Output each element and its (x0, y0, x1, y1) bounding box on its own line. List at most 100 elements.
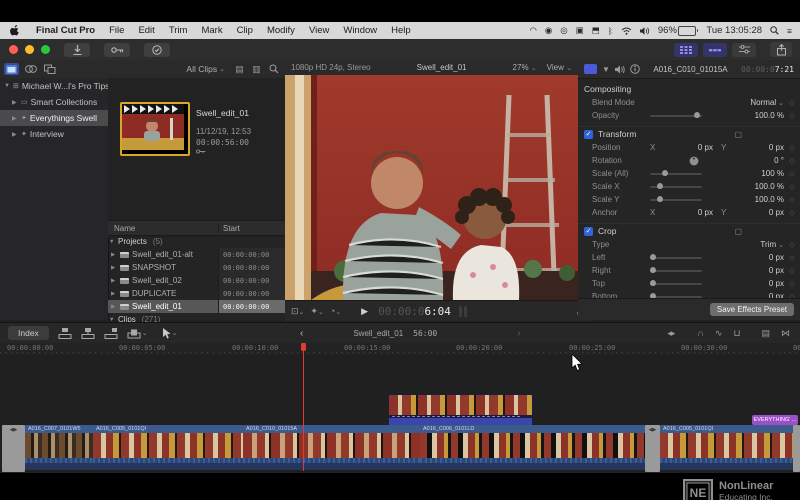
skimming-icon[interactable]: ∿ (715, 328, 723, 339)
scale-all-value[interactable]: 100 % (738, 169, 784, 178)
play-button[interactable]: ▶ (361, 306, 368, 317)
disclosure-open-icon[interactable]: ▼ (109, 239, 115, 245)
menu-trim[interactable]: Trim (162, 25, 195, 36)
info-inspector-icon[interactable] (630, 64, 640, 74)
scale-y-value[interactable]: 100.0 % (738, 195, 784, 204)
screen-record-icon[interactable]: ◉ (545, 25, 552, 36)
timeline-project-title[interactable]: Swell_edit_01 (353, 329, 403, 338)
keyword-editor-button[interactable] (104, 43, 130, 57)
minimize-window-button[interactable] (25, 45, 34, 54)
apple-menu-icon[interactable] (10, 25, 19, 36)
opacity-slider[interactable] (650, 115, 702, 117)
list-row-duplicate[interactable]: ▶DUPLICATE 00:00:00:00 (108, 287, 285, 300)
menu-file[interactable]: File (102, 25, 131, 36)
insert-edit-icon[interactable] (81, 328, 95, 339)
keyframe-button[interactable]: ◇ (784, 183, 800, 191)
transition-clip[interactable] (793, 425, 800, 472)
keyframe-button[interactable]: ◇ (784, 254, 800, 262)
zoom-window-button[interactable] (41, 45, 50, 54)
column-name[interactable]: Name (108, 224, 218, 233)
crop-top-value[interactable]: 0 px (738, 279, 784, 288)
append-edit-icon[interactable] (104, 328, 118, 339)
enhancements-popup[interactable]: ✦⌄ (310, 306, 323, 317)
disclosure-closed-icon[interactable]: ▶ (111, 291, 117, 297)
video-inspector-icon[interactable] (584, 64, 597, 74)
audio-inspector-icon[interactable] (615, 65, 625, 74)
playhead[interactable] (303, 343, 304, 471)
search-icon[interactable] (266, 63, 281, 75)
color-inspector-icon[interactable]: ▼ (602, 65, 610, 74)
wifi-icon[interactable] (621, 27, 632, 35)
crop-right-value[interactable]: 0 px (738, 266, 784, 275)
timeline-back-icon[interactable]: ‹ (300, 328, 303, 339)
scale-x-slider[interactable] (650, 186, 702, 188)
sidebar-item-interview[interactable]: ▶ ✦ Interview (0, 126, 108, 142)
clip-filter-popup[interactable]: All Clips (186, 64, 217, 74)
disclosure-closed-icon[interactable]: ▶ (12, 115, 18, 122)
display-icon[interactable]: ⬒ (592, 25, 600, 36)
connected-clip[interactable] (388, 394, 533, 427)
audio-meters-icon[interactable] (459, 306, 467, 317)
keyframe-button[interactable]: ◇ (784, 170, 800, 178)
list-row-swell-edit-02[interactable]: ▶Swell_edit_02 00:00:00:00 (108, 274, 285, 287)
sidebar-libraries-icon[interactable] (4, 63, 19, 75)
audio-skimming-icon[interactable]: ∩ (697, 328, 703, 338)
viewer-view-popup[interactable]: View ⌄ (547, 63, 572, 72)
keyframe-button[interactable]: ◇ (784, 280, 800, 288)
menu-edit[interactable]: Edit (131, 25, 161, 36)
position-x-value[interactable]: 0 px (655, 143, 713, 152)
crop-checkbox[interactable]: ✓ (584, 227, 593, 236)
snapping-icon[interactable]: ⊔ (733, 328, 740, 339)
crop-left-slider[interactable] (650, 257, 702, 259)
app-status-icon[interactable]: ▣ (576, 25, 584, 36)
crop-left-value[interactable]: 0 px (738, 253, 784, 262)
position-y-value[interactable]: 0 px (726, 143, 784, 152)
transition-browser-icon[interactable]: ⋈ (781, 328, 790, 339)
menu-modify[interactable]: Modify (260, 25, 302, 36)
selected-clip-thumbnail[interactable] (120, 102, 190, 156)
battery-indicator[interactable]: 96% (658, 25, 699, 36)
import-media-button[interactable] (64, 43, 90, 57)
timeline-ruler[interactable]: 00:00:00:00 00:00:05:00 00:00:10:00 00:0… (0, 343, 800, 355)
disclosure-closed-icon[interactable]: ▶ (111, 304, 117, 310)
bluetooth-icon[interactable]: ᛒ (608, 26, 613, 36)
sidebar-photos-audio-icon[interactable] (23, 63, 38, 75)
keyframe-button[interactable]: ◇ (784, 99, 800, 107)
menu-clip[interactable]: Clip (230, 25, 260, 36)
menu-window[interactable]: Window (336, 25, 384, 36)
sidebar-titles-generators-icon[interactable] (42, 63, 57, 75)
list-row-snapshot[interactable]: ▶SNAPSHOT 00:00:00:00 (108, 261, 285, 274)
tool-selector[interactable]: ⌄ (162, 328, 178, 339)
opacity-value[interactable]: 100.0 % (738, 111, 784, 120)
menu-app-name[interactable]: Final Cut Pro (29, 25, 102, 36)
crop-reset-icon[interactable]: ▢ (734, 227, 742, 236)
keyframe-button[interactable]: ◇ (784, 241, 800, 249)
timeline-forward-icon[interactable]: › (517, 328, 520, 339)
timeline-clip-4[interactable]: A016_C006_0101LD (420, 425, 646, 470)
sidebar-item-smart-collections[interactable]: ▶ ▭ Smart Collections (0, 94, 108, 110)
keyframe-button[interactable]: ◇ (784, 196, 800, 204)
overwrite-edit-icon[interactable]: ⌄ (127, 328, 148, 339)
menu-help[interactable]: Help (384, 25, 418, 36)
notification-center-icon[interactable]: ≡ (787, 26, 792, 36)
index-button[interactable]: Index (8, 326, 49, 340)
trim-feedback-icon[interactable]: ◂▸ (667, 328, 674, 339)
timeline-view-button[interactable] (703, 43, 727, 57)
library-row[interactable]: ▼ ⊞ Michael W...l's Pro Tips (0, 78, 108, 94)
keyframe-button[interactable]: ◇ (784, 209, 800, 217)
viewer-timecode[interactable]: 00:00:06:04 (378, 305, 451, 318)
crop-top-slider[interactable] (650, 283, 702, 285)
connect-edit-icon[interactable] (58, 328, 72, 339)
scale-x-value[interactable]: 100.0 % (738, 182, 784, 191)
keyframe-button[interactable]: ◇ (784, 157, 800, 165)
background-tasks-button[interactable] (144, 43, 170, 57)
keyframe-button[interactable]: ◇ (784, 112, 800, 120)
menu-view[interactable]: View (302, 25, 336, 36)
crop-type-popup[interactable]: Trim⌄ (760, 240, 784, 249)
viewer-zoom-popup[interactable]: 27% ⌄ (513, 63, 537, 72)
list-group-projects[interactable]: ▼Projects(5) (108, 235, 285, 248)
mirroring-icon[interactable]: ◎ (560, 25, 567, 36)
close-window-button[interactable] (9, 45, 18, 54)
disclosure-open-icon[interactable]: ▼ (4, 83, 10, 89)
anchor-y-value[interactable]: 0 px (726, 208, 784, 217)
